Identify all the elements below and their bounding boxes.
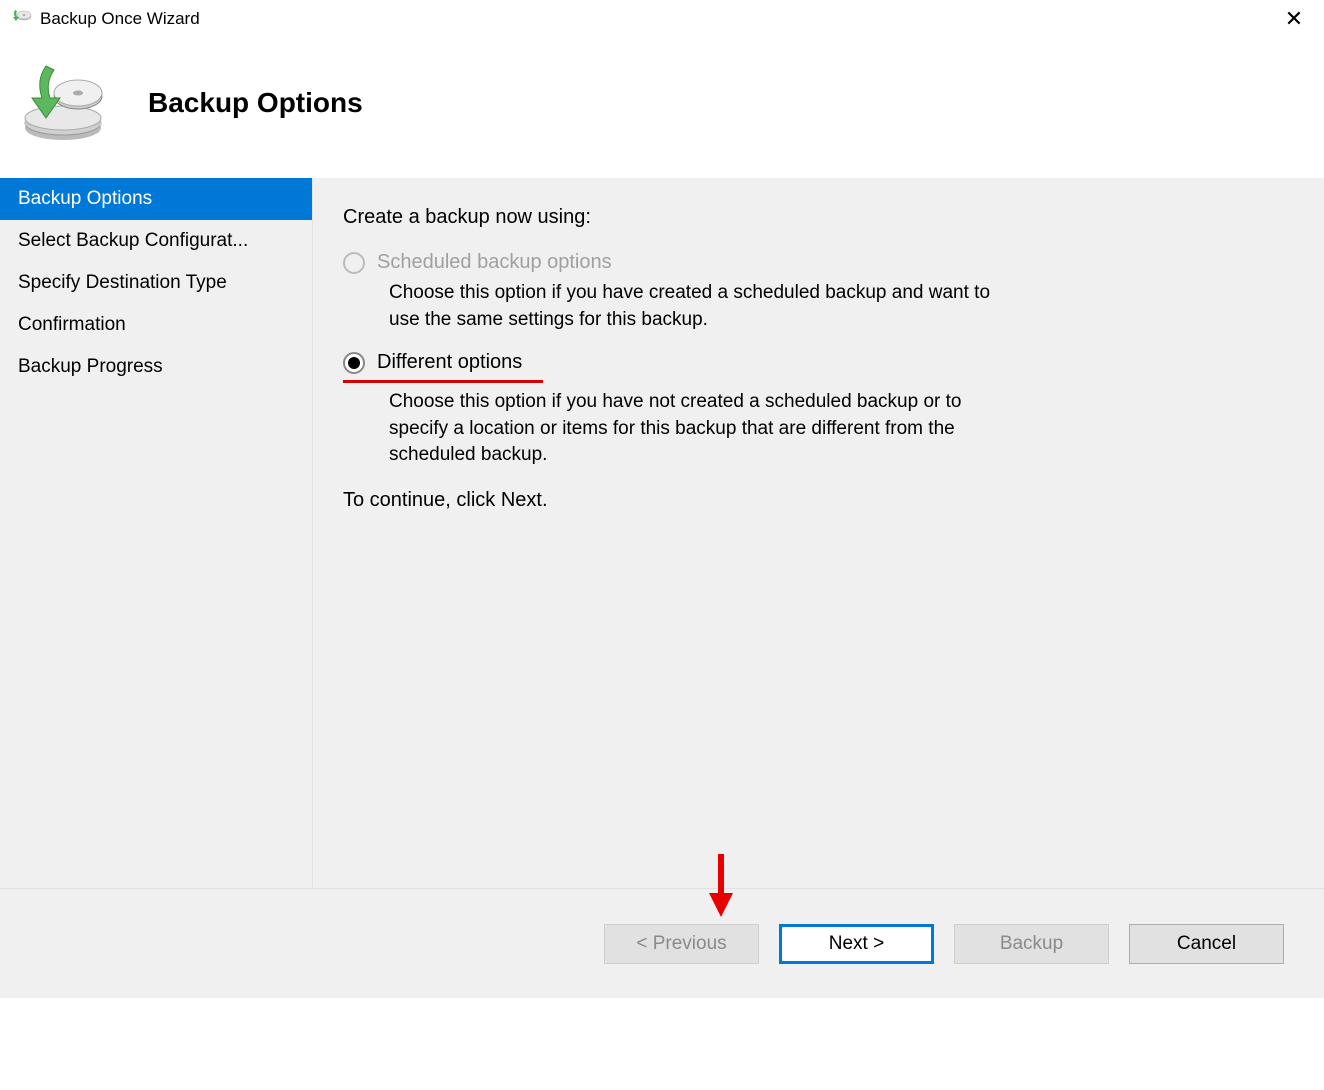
annotation-arrow-icon bbox=[706, 849, 736, 924]
option-different[interactable]: Different options Choose this option if … bbox=[343, 351, 1294, 469]
app-icon bbox=[10, 8, 32, 30]
previous-button: < Previous bbox=[604, 924, 759, 964]
step-backup-progress[interactable]: Backup Progress bbox=[0, 346, 312, 388]
cancel-button[interactable]: Cancel bbox=[1129, 924, 1284, 964]
step-specify-destination[interactable]: Specify Destination Type bbox=[0, 262, 312, 304]
annotation-underline bbox=[343, 380, 543, 383]
desc-different: Choose this option if you have not creat… bbox=[389, 389, 1009, 469]
step-backup-options[interactable]: Backup Options bbox=[0, 178, 312, 220]
window-title: Backup Once Wizard bbox=[40, 9, 1274, 29]
label-different: Different options bbox=[377, 351, 522, 374]
backup-disk-icon bbox=[18, 58, 108, 148]
page-title: Backup Options bbox=[148, 87, 363, 119]
continue-instruction: To continue, click Next. bbox=[343, 489, 1294, 512]
wizard-steps-sidebar: Backup Options Select Backup Configurat.… bbox=[0, 178, 312, 888]
bottom-gap bbox=[0, 998, 1324, 1090]
step-confirmation[interactable]: Confirmation bbox=[0, 304, 312, 346]
desc-scheduled: Choose this option if you have created a… bbox=[389, 280, 1009, 333]
label-scheduled: Scheduled backup options bbox=[377, 251, 612, 274]
wizard-body: Backup Options Select Backup Configurat.… bbox=[0, 178, 1324, 888]
titlebar: Backup Once Wizard ✕ bbox=[0, 0, 1324, 38]
intro-text: Create a backup now using: bbox=[343, 206, 1294, 229]
wizard-header: Backup Options bbox=[0, 38, 1324, 178]
wizard-content: Create a backup now using: Scheduled bac… bbox=[312, 178, 1324, 888]
wizard-footer: < Previous Next > Backup Cancel bbox=[0, 888, 1324, 998]
radio-scheduled bbox=[343, 252, 365, 274]
next-button[interactable]: Next > bbox=[779, 924, 934, 964]
backup-button: Backup bbox=[954, 924, 1109, 964]
close-button[interactable]: ✕ bbox=[1274, 8, 1314, 30]
option-scheduled: Scheduled backup options Choose this opt… bbox=[343, 251, 1294, 333]
step-select-backup-config[interactable]: Select Backup Configurat... bbox=[0, 220, 312, 262]
radio-different[interactable] bbox=[343, 352, 365, 374]
